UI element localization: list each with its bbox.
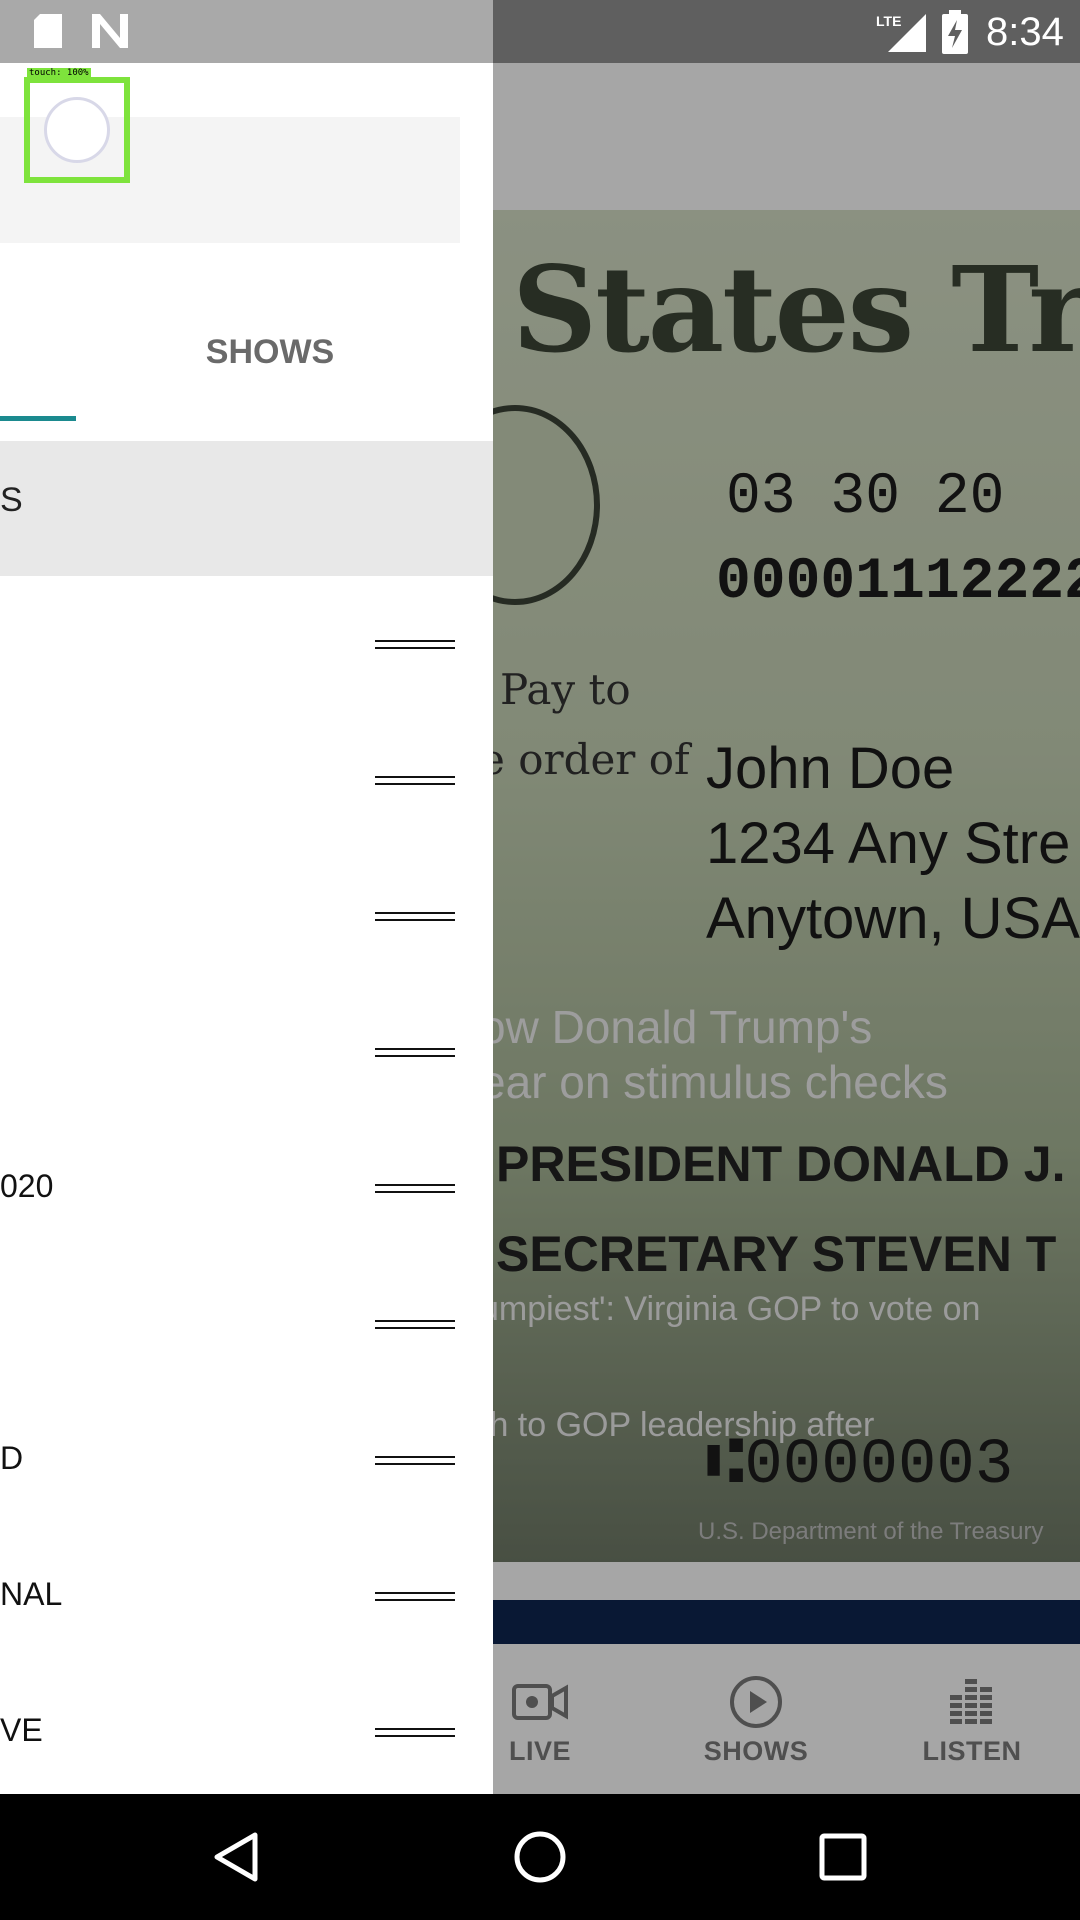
drawer-item-label: NAL <box>0 1576 63 1612</box>
drawer-item-label: 020 <box>0 1168 54 1204</box>
battery-charging-icon <box>940 10 970 59</box>
back-icon[interactable] <box>209 1829 265 1885</box>
status-bar-drawer-section <box>0 0 493 63</box>
status-clock: 8:34 <box>986 10 1064 54</box>
recents-icon[interactable] <box>815 1829 871 1885</box>
drawer-list-item[interactable] <box>0 984 493 1120</box>
touch-point-circle <box>44 97 110 163</box>
svg-text:LTE: LTE <box>876 13 901 29</box>
home-icon[interactable] <box>512 1829 568 1885</box>
drawer-item-label: VE <box>0 1712 43 1748</box>
drawer-list-item[interactable]: VE <box>0 1664 493 1794</box>
drag-handle-icon[interactable] <box>375 772 455 788</box>
sd-card-icon <box>32 12 64 55</box>
navigation-drawer: touch: 100% SHOWS S 020 D NAL VE <box>0 63 493 1794</box>
drag-handle-icon[interactable] <box>375 636 455 652</box>
drawer-selected-label: S <box>0 481 23 519</box>
drawer-item-label: D <box>0 1440 24 1476</box>
n-icon <box>90 12 130 55</box>
drag-handle-icon[interactable] <box>375 1316 455 1332</box>
drag-handle-icon[interactable] <box>375 1724 455 1740</box>
drag-handle-icon[interactable] <box>375 1044 455 1060</box>
drawer-list-item[interactable] <box>0 1256 493 1392</box>
drawer-list-item[interactable] <box>0 712 493 848</box>
drag-handle-icon[interactable] <box>375 1588 455 1604</box>
drawer-list-item[interactable] <box>0 576 493 712</box>
drawer-list-item[interactable] <box>0 848 493 984</box>
drag-handle-icon[interactable] <box>375 908 455 924</box>
drag-handle-icon[interactable] <box>375 1452 455 1468</box>
system-nav-bar <box>0 1794 1080 1920</box>
tab-indicator <box>0 416 76 421</box>
status-bar: LTE 8:34 <box>0 0 1080 63</box>
drawer-list-item[interactable]: 020 <box>0 1120 493 1256</box>
drawer-selected-item[interactable]: S <box>0 441 493 576</box>
tab-shows[interactable]: SHOWS <box>150 333 390 372</box>
drawer-list-item[interactable]: NAL <box>0 1528 493 1664</box>
lte-signal-icon: LTE <box>874 10 930 59</box>
drag-handle-icon[interactable] <box>375 1180 455 1196</box>
drawer-list-item[interactable]: D <box>0 1392 493 1528</box>
